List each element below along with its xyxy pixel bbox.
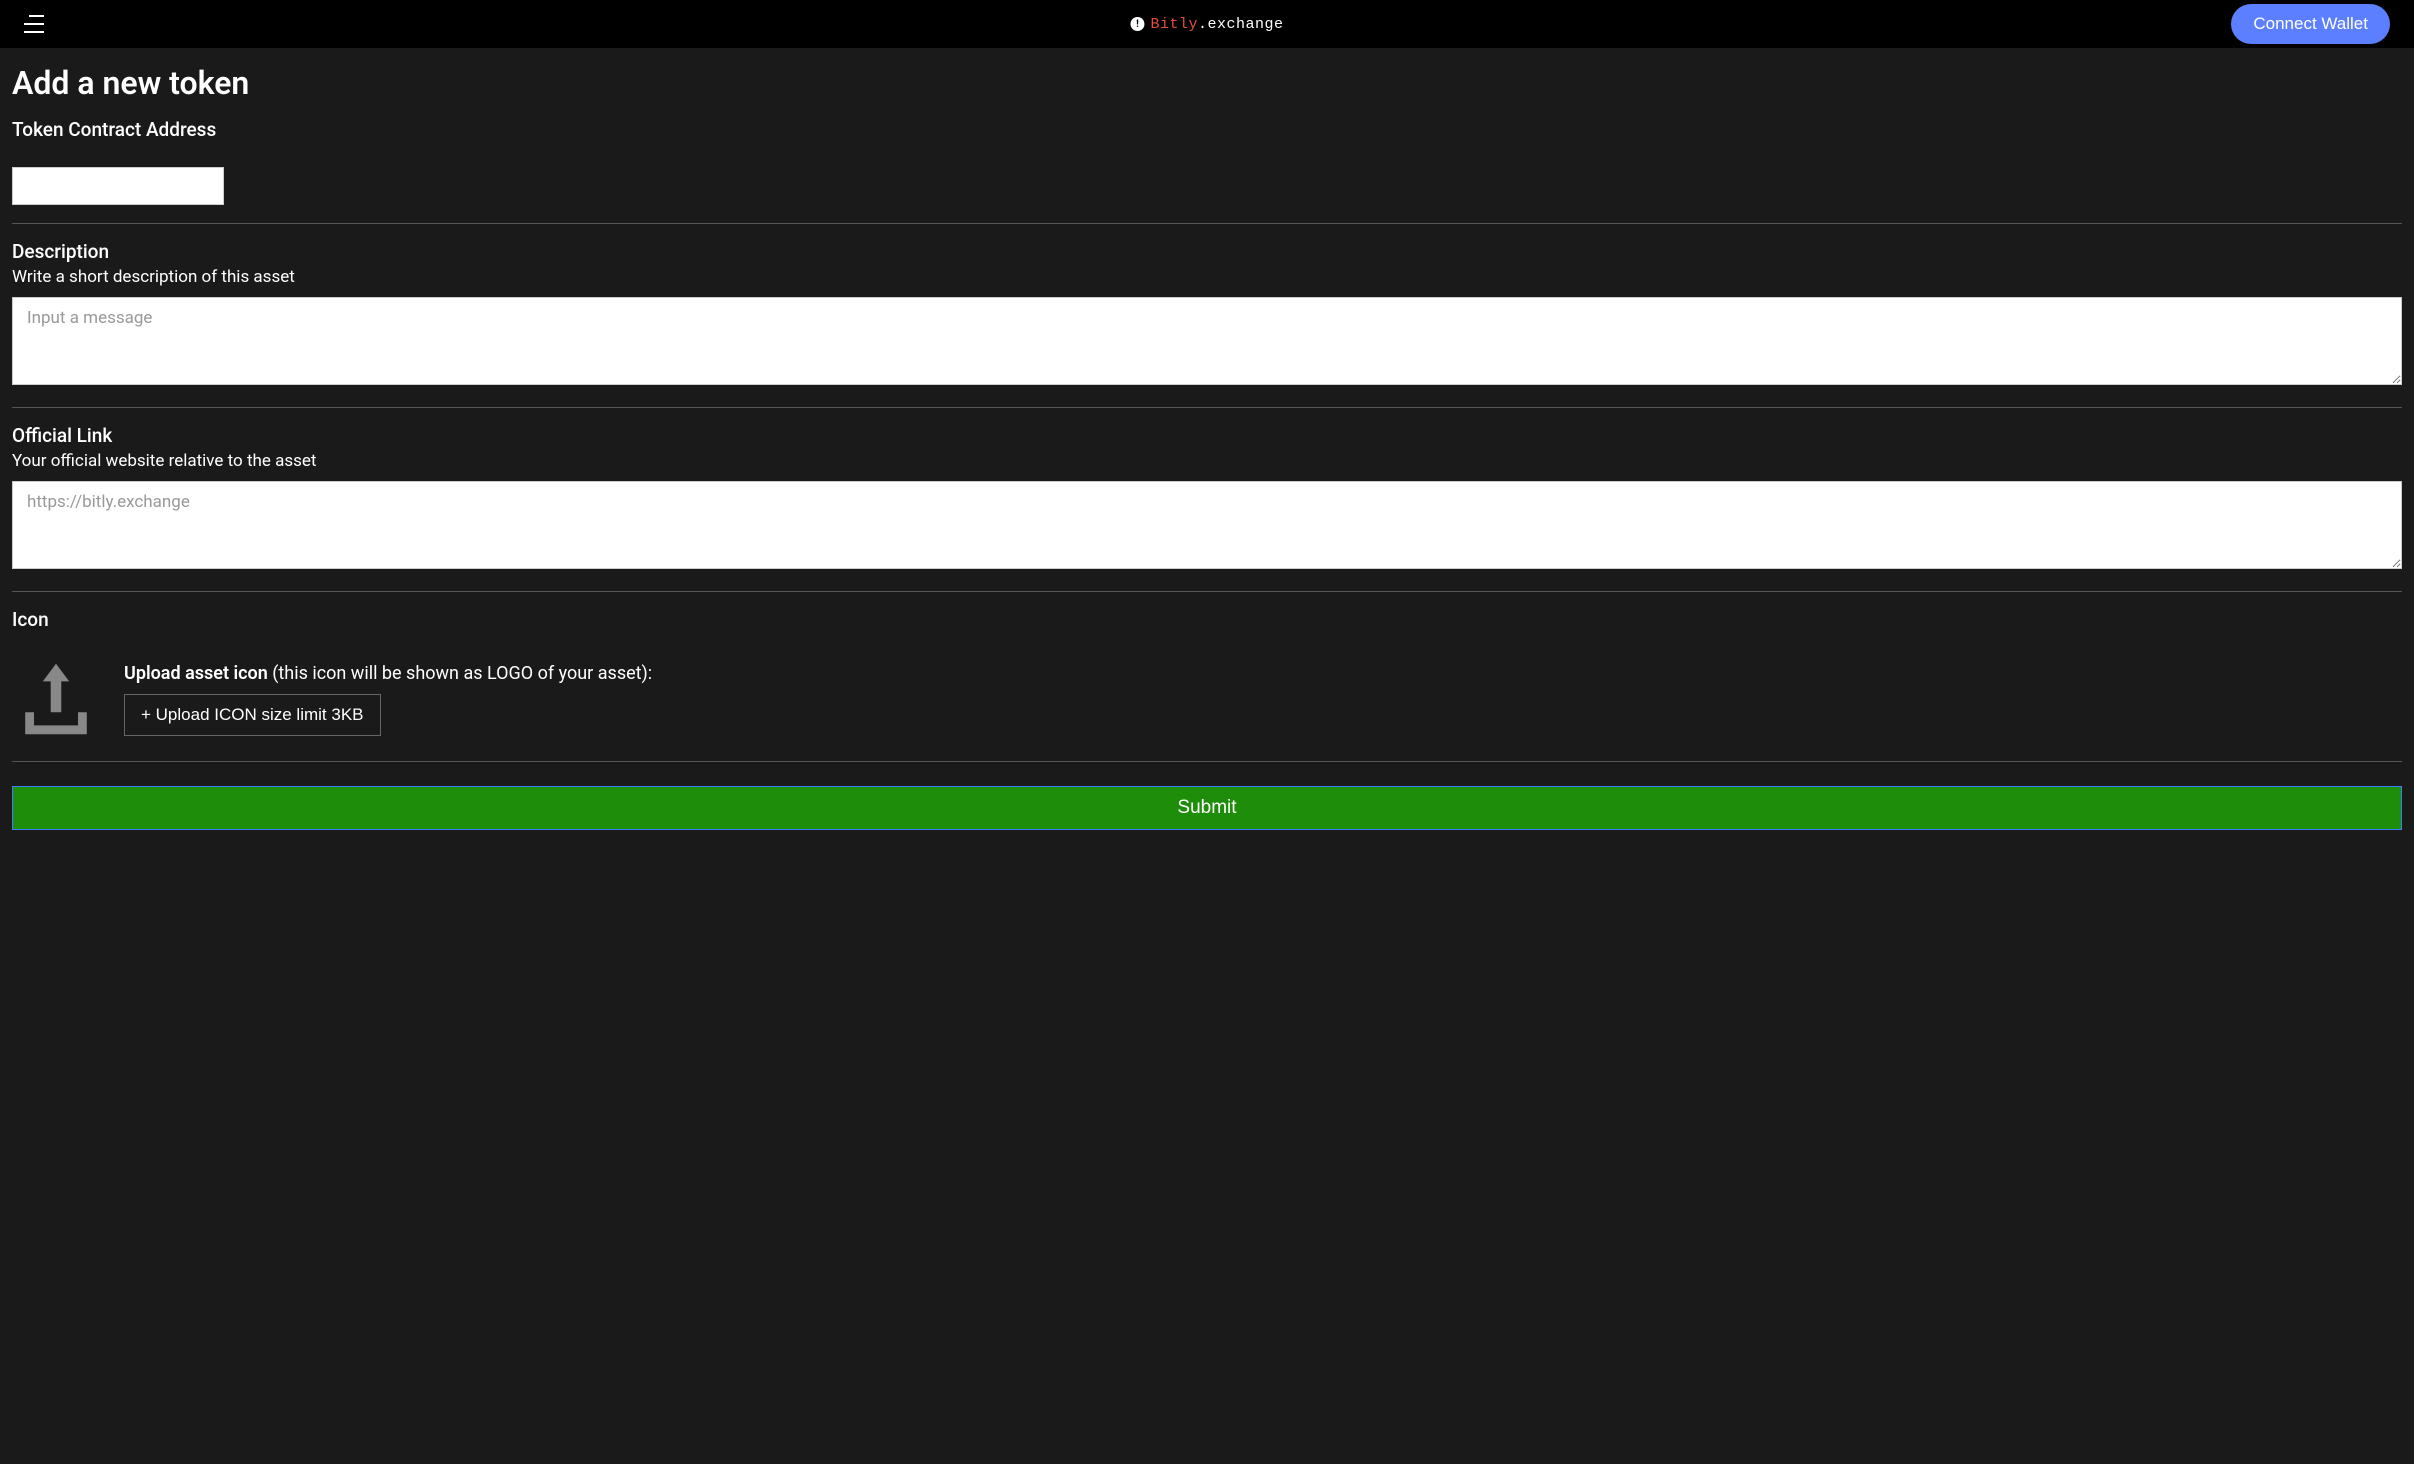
divider	[12, 591, 2402, 592]
logo-text-bitly: Bitly	[1150, 16, 1198, 33]
official-link-label: Official Link	[12, 424, 2402, 447]
contract-address-input[interactable]	[12, 167, 224, 205]
page-content: Add a new token Token Contract Address D…	[0, 48, 2414, 846]
upload-label-bold: Upload asset icon	[124, 663, 268, 684]
submit-button[interactable]: Submit	[12, 786, 2402, 830]
upload-label-rest: (this icon will be shown as LOGO of your…	[268, 663, 652, 684]
upload-text-group: Upload asset icon (this icon will be sho…	[124, 663, 652, 736]
icon-section: Icon Upload asset icon (this icon will b…	[12, 608, 2402, 743]
description-sublabel: Write a short description of this asset	[12, 267, 2402, 287]
app-header: ! Bitly.exchange Connect Wallet	[0, 0, 2414, 48]
official-link-input[interactable]	[12, 481, 2402, 569]
upload-label: Upload asset icon (this icon will be sho…	[124, 663, 652, 684]
logo-text-exchange: .exchange	[1198, 16, 1284, 33]
icon-label: Icon	[12, 608, 2402, 631]
divider	[12, 761, 2402, 762]
contract-address-label: Token Contract Address	[12, 118, 2402, 141]
contract-address-section: Token Contract Address	[12, 118, 2402, 205]
connect-wallet-button[interactable]: Connect Wallet	[2231, 4, 2390, 44]
description-label: Description	[12, 240, 2402, 263]
page-title: Add a new token	[12, 64, 2402, 102]
logo-badge-icon: !	[1130, 17, 1144, 31]
official-link-section: Official Link Your official website rela…	[12, 424, 2402, 573]
app-logo: ! Bitly.exchange	[1130, 16, 1283, 33]
description-input[interactable]	[12, 297, 2402, 385]
description-section: Description Write a short description of…	[12, 240, 2402, 389]
divider	[12, 223, 2402, 224]
divider	[12, 407, 2402, 408]
upload-icon-button[interactable]: + Upload ICON size limit 3KB	[124, 694, 381, 736]
menu-icon[interactable]	[24, 15, 44, 33]
official-link-sublabel: Your official website relative to the as…	[12, 451, 2402, 471]
icon-upload-row: Upload asset icon (this icon will be sho…	[12, 655, 2402, 743]
upload-icon	[12, 655, 100, 743]
logo-text: Bitly.exchange	[1150, 16, 1283, 33]
